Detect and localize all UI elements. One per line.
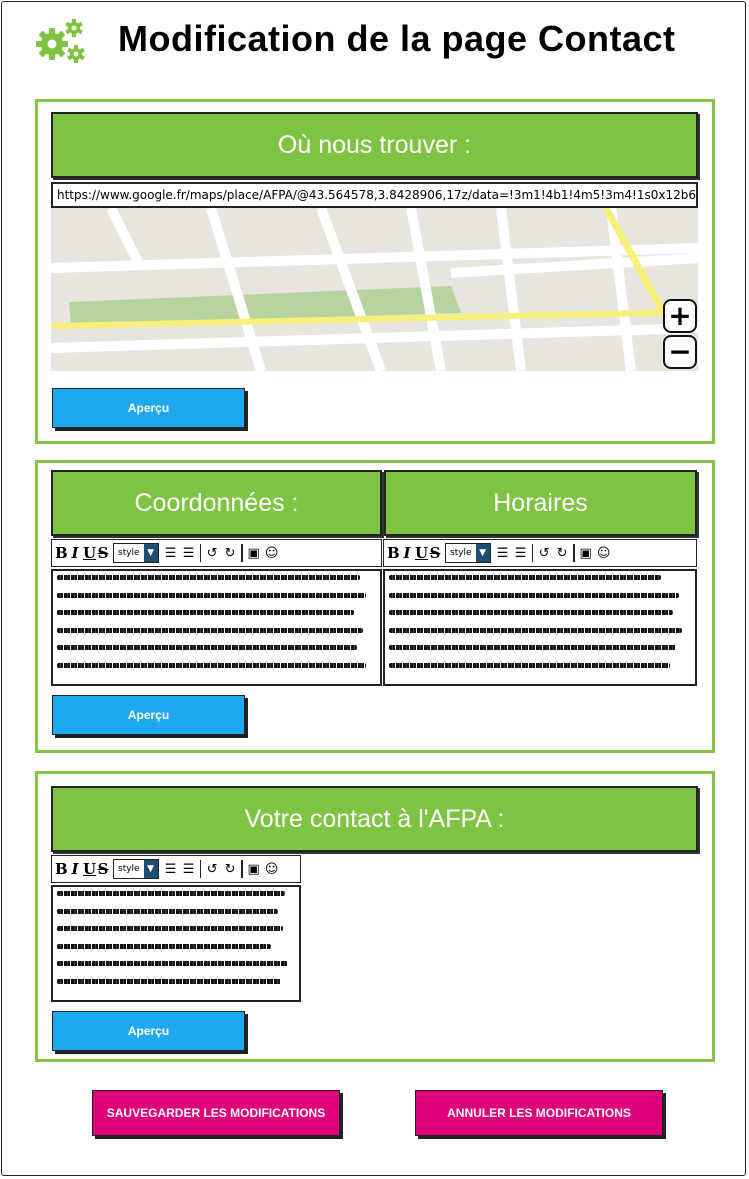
chevron-down-icon: ▼ bbox=[143, 544, 158, 562]
placeholder-scribble bbox=[389, 662, 670, 668]
style-dropdown[interactable]: style ▼ bbox=[445, 543, 491, 563]
chevron-down-icon: ▼ bbox=[143, 860, 158, 878]
undo-icon[interactable]: ↺ bbox=[536, 544, 552, 562]
italic-button[interactable]: I bbox=[69, 544, 81, 562]
zoom-in-button[interactable]: + bbox=[663, 299, 697, 333]
strike-button[interactable]: S bbox=[97, 544, 109, 562]
save-changes-button[interactable]: SAUVEGARDER LES MODIFICATIONS bbox=[92, 1090, 340, 1136]
underline-button[interactable]: U bbox=[83, 860, 96, 878]
bullet-list-icon[interactable]: ☰ bbox=[163, 544, 179, 562]
cancel-changes-button[interactable]: ANNULER LES MODIFICATIONS bbox=[415, 1090, 663, 1136]
placeholder-scribble bbox=[57, 978, 281, 984]
coords-text-editor[interactable] bbox=[51, 569, 382, 686]
page-header bbox=[34, 14, 90, 66]
map-url-input[interactable]: https://www.google.fr/maps/place/AFPA/@4… bbox=[51, 182, 698, 208]
toolbar-divider bbox=[241, 544, 243, 562]
style-dropdown[interactable]: style ▼ bbox=[113, 543, 159, 563]
placeholder-scribble bbox=[389, 575, 661, 580]
toolbar-divider bbox=[241, 860, 243, 878]
toolbar-divider bbox=[199, 860, 202, 878]
page-title: Modification de la page Contact bbox=[118, 18, 676, 59]
placeholder-scribble bbox=[389, 645, 676, 650]
bold-button[interactable]: B bbox=[55, 544, 68, 562]
numbered-list-icon[interactable]: ☰ bbox=[181, 860, 197, 878]
contact-editor-toolbar: B I U S style ▼ ☰ ☰ ↺ ↻ ▣ ☺ bbox=[51, 855, 301, 883]
image-icon[interactable]: ▣ bbox=[246, 544, 262, 562]
style-dropdown[interactable]: style ▼ bbox=[113, 859, 159, 879]
emoji-icon[interactable]: ☺ bbox=[596, 544, 612, 562]
italic-button[interactable]: I bbox=[69, 860, 81, 878]
gears-icon bbox=[34, 16, 90, 64]
style-dropdown-label: style bbox=[118, 864, 140, 874]
placeholder-scribble bbox=[57, 908, 279, 914]
style-dropdown-label: style bbox=[118, 548, 140, 558]
image-icon[interactable]: ▣ bbox=[578, 544, 594, 562]
contact-text-editor[interactable] bbox=[51, 885, 301, 1002]
placeholder-scribble bbox=[389, 610, 673, 615]
placeholder-scribble bbox=[57, 645, 357, 650]
hours-text-editor[interactable] bbox=[383, 569, 697, 686]
placeholder-scribble bbox=[57, 891, 286, 896]
map-section-heading: Où nous trouver : bbox=[51, 112, 698, 178]
bullet-list-icon[interactable]: ☰ bbox=[163, 860, 179, 878]
redo-icon[interactable]: ↻ bbox=[222, 544, 238, 562]
underline-button[interactable]: U bbox=[415, 544, 428, 562]
undo-icon[interactable]: ↺ bbox=[204, 544, 220, 562]
placeholder-scribble bbox=[57, 662, 367, 668]
numbered-list-icon[interactable]: ☰ bbox=[181, 544, 197, 562]
contact-heading: Votre contact à l'AFPA : bbox=[51, 786, 698, 852]
map-view[interactable] bbox=[51, 208, 698, 371]
emoji-icon[interactable]: ☺ bbox=[264, 544, 280, 562]
image-icon[interactable]: ▣ bbox=[246, 860, 262, 878]
placeholder-scribble bbox=[57, 926, 284, 931]
undo-icon[interactable]: ↺ bbox=[204, 860, 220, 878]
map-graphic bbox=[51, 208, 698, 371]
redo-icon[interactable]: ↻ bbox=[554, 544, 570, 562]
bold-button[interactable]: B bbox=[55, 860, 68, 878]
hours-editor-toolbar: B I U S style ▼ ☰ ☰ ↺ ↻ ▣ ☺ bbox=[383, 539, 697, 567]
bullet-list-icon[interactable]: ☰ bbox=[495, 544, 511, 562]
placeholder-scribble bbox=[57, 610, 354, 615]
italic-button[interactable]: I bbox=[401, 544, 413, 562]
redo-icon[interactable]: ↻ bbox=[222, 860, 238, 878]
toolbar-divider bbox=[199, 544, 202, 562]
bold-button[interactable]: B bbox=[387, 544, 400, 562]
placeholder-scribble bbox=[57, 961, 288, 966]
contact-preview-button[interactable]: Aperçu bbox=[52, 1011, 245, 1051]
strike-button[interactable]: S bbox=[97, 860, 109, 878]
toolbar-divider bbox=[531, 544, 534, 562]
placeholder-scribble bbox=[389, 592, 679, 598]
zoom-out-button[interactable]: − bbox=[663, 335, 697, 369]
toolbar-divider bbox=[573, 544, 575, 562]
placeholder-scribble bbox=[389, 627, 682, 633]
placeholder-scribble bbox=[57, 575, 361, 580]
hours-heading: Horaires bbox=[384, 470, 697, 536]
placeholder-scribble bbox=[57, 943, 272, 949]
placeholder-scribble bbox=[57, 592, 367, 598]
coords-heading: Coordonnées : bbox=[51, 470, 382, 536]
map-preview-button[interactable]: Aperçu bbox=[52, 388, 245, 428]
coords-editor-toolbar: B I U S style ▼ ☰ ☰ ↺ ↻ ▣ ☺ bbox=[51, 539, 382, 567]
placeholder-scribble bbox=[57, 627, 364, 633]
chevron-down-icon: ▼ bbox=[475, 544, 490, 562]
emoji-icon[interactable]: ☺ bbox=[264, 860, 280, 878]
strike-button[interactable]: S bbox=[429, 544, 441, 562]
numbered-list-icon[interactable]: ☰ bbox=[513, 544, 529, 562]
style-dropdown-label: style bbox=[450, 548, 472, 558]
coords-preview-button[interactable]: Aperçu bbox=[52, 695, 245, 735]
underline-button[interactable]: U bbox=[83, 544, 96, 562]
